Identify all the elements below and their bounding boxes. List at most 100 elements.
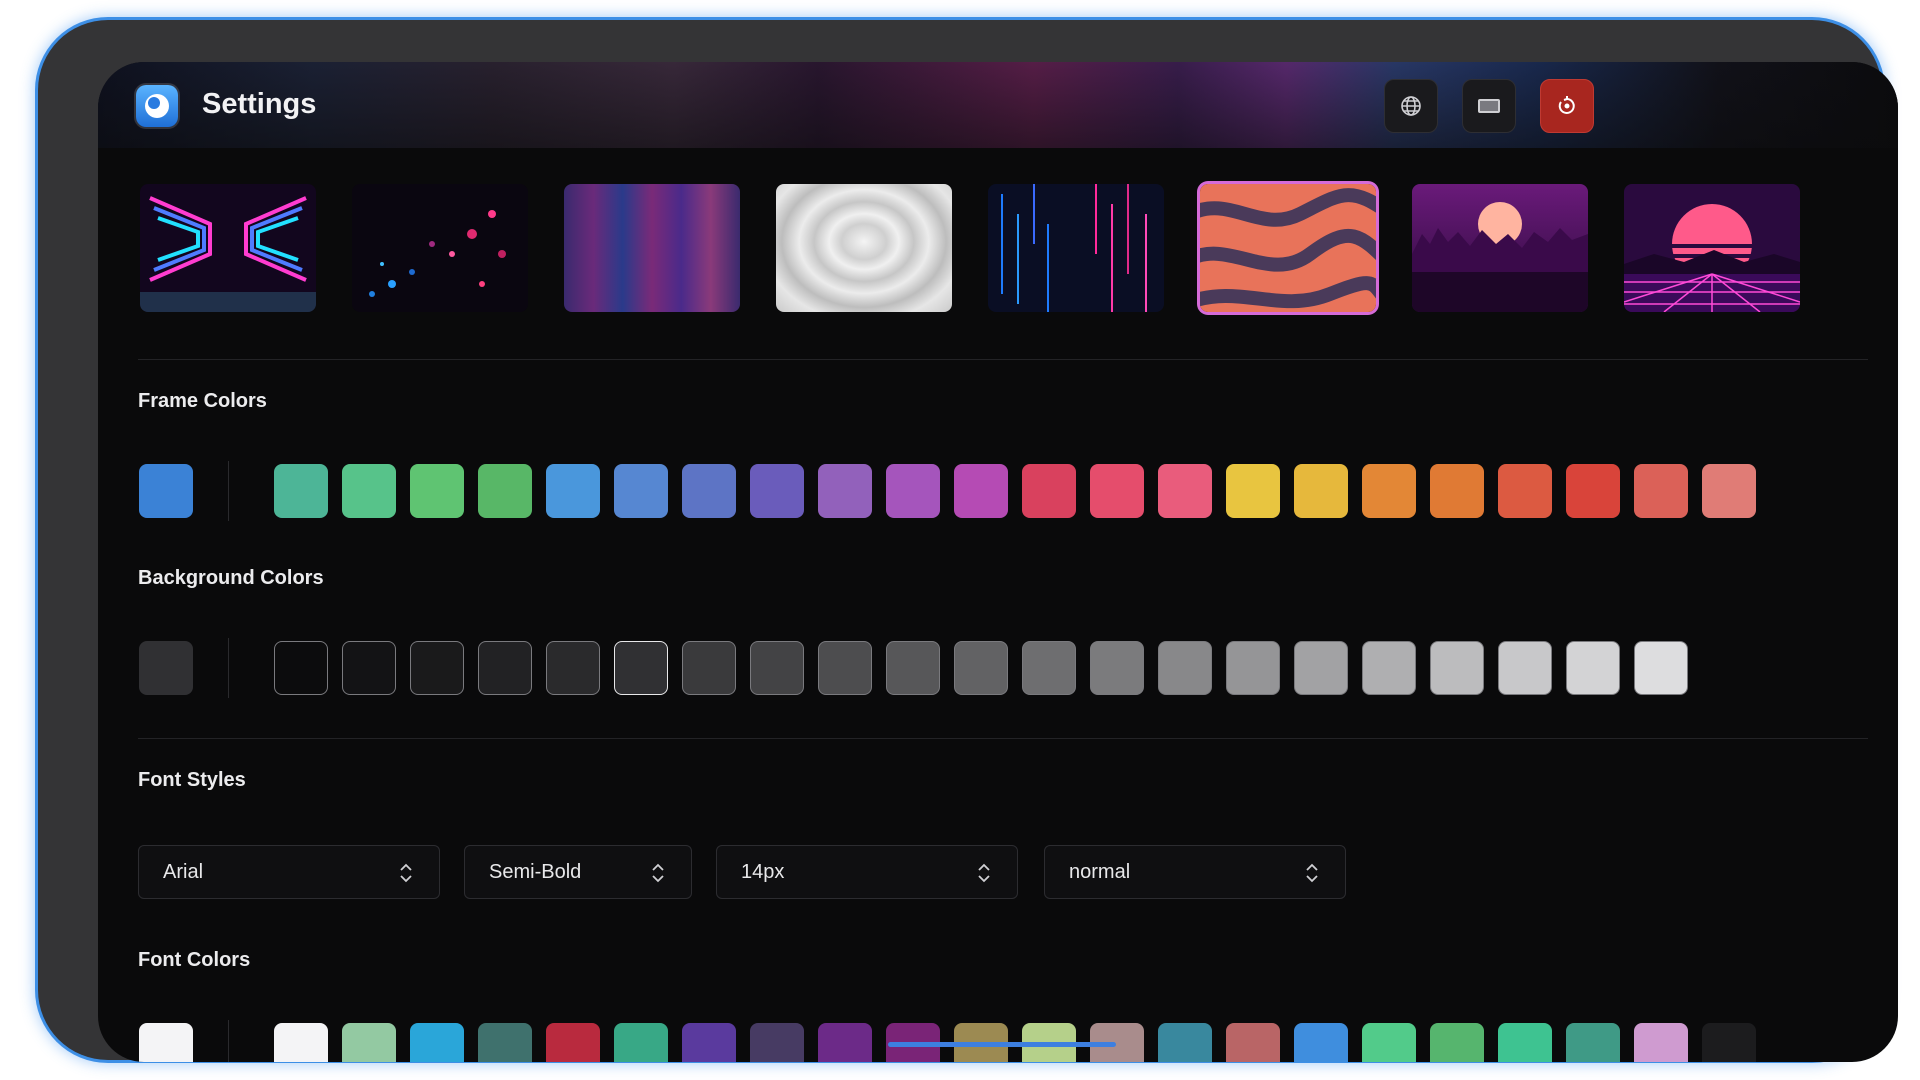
- frame-color-swatch[interactable]: [682, 464, 736, 518]
- separator: [228, 638, 229, 698]
- font-color-swatch[interactable]: [614, 1023, 668, 1062]
- font-color-swatch[interactable]: [1566, 1023, 1620, 1062]
- font-color-swatch[interactable]: [1430, 1023, 1484, 1062]
- frame-color-swatch[interactable]: [410, 464, 464, 518]
- wallpaper-thumb-synthwave-grid[interactable]: [1624, 184, 1800, 312]
- background-color-swatch[interactable]: [1226, 641, 1280, 695]
- font-size-select[interactable]: 14px: [716, 845, 1018, 899]
- font-size-value: 14px: [741, 860, 785, 883]
- horizontal-scrollbar[interactable]: [888, 1042, 1116, 1047]
- wallpaper-thumb-light-streaks[interactable]: [564, 184, 740, 312]
- frame-color-swatch[interactable]: [886, 464, 940, 518]
- chevron-updown-icon: [978, 863, 990, 883]
- font-color-swatch[interactable]: [1634, 1023, 1688, 1062]
- frame-current-color[interactable]: [139, 464, 193, 518]
- font-color-swatch[interactable]: [1226, 1023, 1280, 1062]
- frame-color-swatch[interactable]: [1362, 464, 1416, 518]
- background-color-swatch[interactable]: [274, 641, 328, 695]
- reset-button[interactable]: [1540, 79, 1594, 133]
- font-color-swatch[interactable]: [682, 1023, 736, 1062]
- reset-icon: [1558, 96, 1575, 114]
- wallpaper-thumb-liquid-waves[interactable]: [1200, 184, 1376, 312]
- font-family-select[interactable]: Arial: [138, 845, 440, 899]
- background-color-swatch[interactable]: [1362, 641, 1416, 695]
- frame-color-swatch[interactable]: [1430, 464, 1484, 518]
- frame-color-swatch[interactable]: [1498, 464, 1552, 518]
- frame-color-swatch[interactable]: [478, 464, 532, 518]
- background-color-swatch[interactable]: [886, 641, 940, 695]
- background-color-swatch[interactable]: [1498, 641, 1552, 695]
- chevron-updown-icon: [1306, 863, 1318, 883]
- chevron-updown-icon: [652, 863, 664, 883]
- header-bar: Settings: [98, 62, 1898, 148]
- font-current-color[interactable]: [139, 1023, 193, 1062]
- wallpaper-thumb-neon-wings[interactable]: [140, 184, 316, 312]
- background-color-swatch[interactable]: [1022, 641, 1076, 695]
- font-color-swatch[interactable]: [410, 1023, 464, 1062]
- background-current-color[interactable]: [139, 641, 193, 695]
- frame-color-swatch[interactable]: [1090, 464, 1144, 518]
- font-style-value: normal: [1069, 860, 1131, 883]
- background-color-swatch[interactable]: [750, 641, 804, 695]
- font-color-swatch[interactable]: [1158, 1023, 1212, 1062]
- display-icon: [1478, 99, 1500, 113]
- page-title: Settings: [202, 88, 317, 120]
- frame-color-swatch[interactable]: [274, 464, 328, 518]
- globe-button[interactable]: [1384, 79, 1438, 133]
- wallpaper-thumb-neon-rain[interactable]: [988, 184, 1164, 312]
- frame-color-swatch[interactable]: [1566, 464, 1620, 518]
- frame-color-swatch[interactable]: [1158, 464, 1212, 518]
- font-color-swatch[interactable]: [1362, 1023, 1416, 1062]
- font-color-swatch[interactable]: [1498, 1023, 1552, 1062]
- background-color-swatch[interactable]: [1090, 641, 1144, 695]
- divider: [138, 359, 1868, 360]
- font-weight-select[interactable]: Semi-Bold: [464, 845, 692, 899]
- frame-color-swatch[interactable]: [954, 464, 1008, 518]
- font-family-value: Arial: [163, 860, 204, 883]
- font-styles-label: Font Styles: [138, 769, 246, 791]
- font-colors-label: Font Colors: [138, 949, 251, 971]
- font-color-swatch[interactable]: [546, 1023, 600, 1062]
- background-color-swatch[interactable]: [614, 641, 668, 695]
- background-color-swatch[interactable]: [342, 641, 396, 695]
- frame-color-swatch[interactable]: [614, 464, 668, 518]
- frame-color-swatch[interactable]: [342, 464, 396, 518]
- frame-color-swatch[interactable]: [818, 464, 872, 518]
- frame-color-swatch[interactable]: [1022, 464, 1076, 518]
- frame-color-swatch[interactable]: [1226, 464, 1280, 518]
- font-color-swatch[interactable]: [274, 1023, 328, 1062]
- frame-color-swatch[interactable]: [1702, 464, 1756, 518]
- background-color-swatch[interactable]: [682, 641, 736, 695]
- background-color-swatch[interactable]: [1566, 641, 1620, 695]
- font-color-swatch[interactable]: [1294, 1023, 1348, 1062]
- background-color-swatch[interactable]: [954, 641, 1008, 695]
- wallpaper-thumb-white-ripples[interactable]: [776, 184, 952, 312]
- background-color-swatch[interactable]: [1158, 641, 1212, 695]
- font-style-select[interactable]: normal: [1044, 845, 1346, 899]
- background-color-swatch[interactable]: [410, 641, 464, 695]
- frame-color-swatch[interactable]: [750, 464, 804, 518]
- frame-color-swatch[interactable]: [1634, 464, 1688, 518]
- background-color-swatch[interactable]: [478, 641, 532, 695]
- background-color-swatch[interactable]: [1430, 641, 1484, 695]
- font-weight-value: Semi-Bold: [489, 860, 582, 883]
- display-button[interactable]: [1462, 79, 1516, 133]
- frame-color-swatch[interactable]: [1294, 464, 1348, 518]
- wallpaper-thumb-synthwave-city[interactable]: [1412, 184, 1588, 312]
- globe-icon: [1401, 96, 1421, 116]
- divider: [138, 738, 1868, 739]
- background-color-swatch[interactable]: [818, 641, 872, 695]
- font-color-swatch[interactable]: [818, 1023, 872, 1062]
- font-color-swatch[interactable]: [478, 1023, 532, 1062]
- font-color-swatch[interactable]: [750, 1023, 804, 1062]
- font-color-swatch[interactable]: [1702, 1023, 1756, 1062]
- font-color-swatch[interactable]: [342, 1023, 396, 1062]
- chevron-updown-icon: [400, 863, 412, 883]
- wallpaper-thumb-bokeh[interactable]: [352, 184, 528, 312]
- app-logo-icon: [136, 85, 178, 127]
- background-color-swatch[interactable]: [1634, 641, 1688, 695]
- background-color-swatch[interactable]: [1294, 641, 1348, 695]
- background-color-swatch[interactable]: [546, 641, 600, 695]
- device-frame: Settings Frame Colors Background Colors …: [38, 20, 1898, 1062]
- frame-color-swatch[interactable]: [546, 464, 600, 518]
